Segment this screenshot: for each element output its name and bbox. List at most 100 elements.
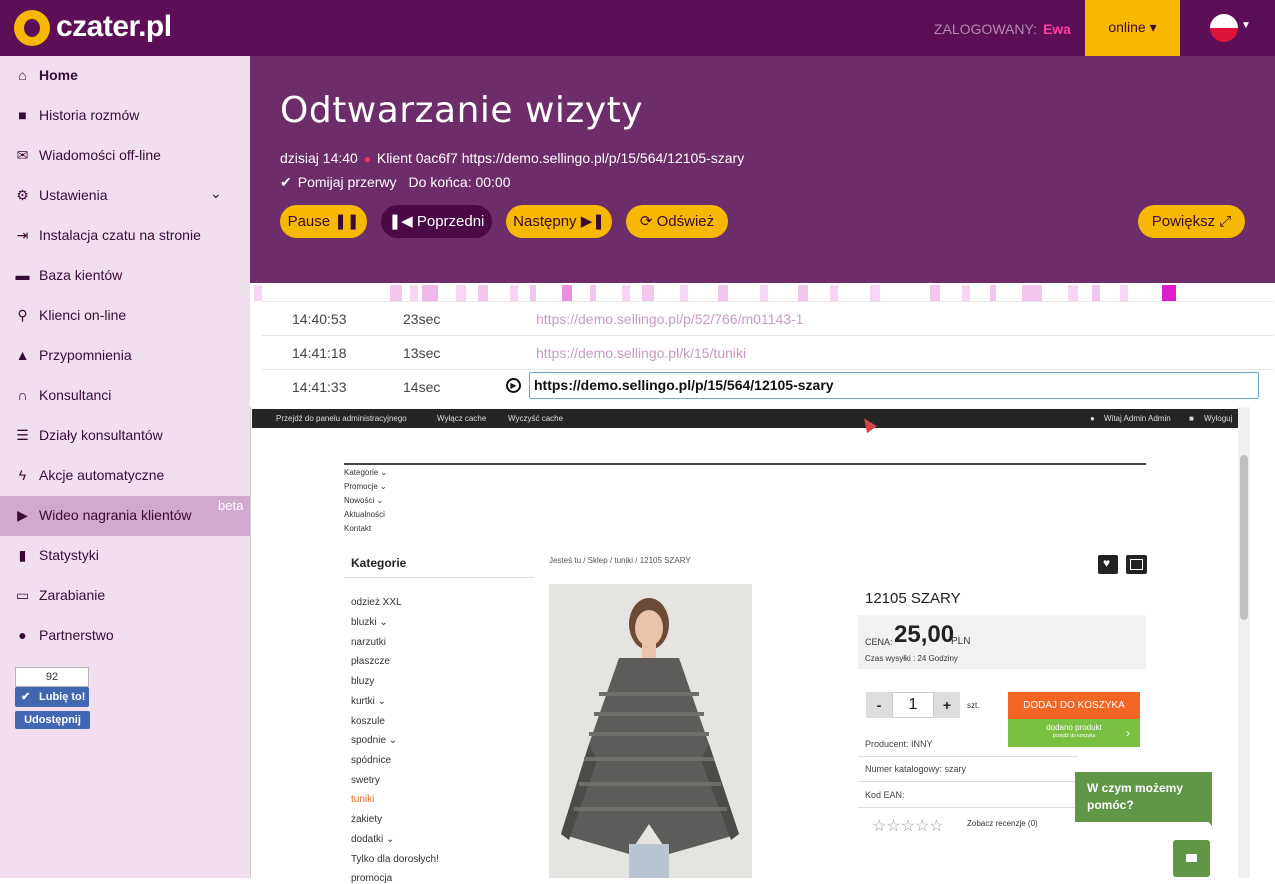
- heatmap-segment: [530, 285, 536, 301]
- shop-nav-item[interactable]: Promocje ⌄: [344, 482, 387, 491]
- sidebar-item-offline-messages[interactable]: ✉ Wiadomości off-line: [0, 136, 250, 176]
- category-item[interactable]: spódnice: [351, 755, 391, 766]
- user-icon: ●: [1090, 414, 1095, 423]
- qty-minus-button[interactable]: -: [866, 692, 892, 718]
- heatmap-segment: [562, 285, 572, 301]
- category-item[interactable]: płaszcze: [351, 656, 390, 667]
- envelope-icon: ✉: [16, 147, 29, 163]
- logo-text[interactable]: czater.pl: [56, 10, 172, 44]
- sidebar-item-history[interactable]: ■ Historia rozmów: [0, 96, 250, 136]
- ean-code: Kod EAN:: [865, 790, 905, 800]
- shop-nav-label: Promocje: [344, 482, 378, 491]
- zoom-button[interactable]: Powiększ ⤢: [1138, 205, 1245, 238]
- category-item[interactable]: narzutki: [351, 637, 386, 648]
- qty-plus-button[interactable]: +: [934, 692, 960, 718]
- share-button[interactable]: Udostępnij: [15, 711, 90, 729]
- shop-nav-item[interactable]: Aktualności: [344, 510, 385, 519]
- chat-open-icon[interactable]: [1173, 840, 1210, 877]
- breadcrumb[interactable]: Jesteś tu / Sklep / tuniki / 12105 SZARY: [549, 556, 691, 565]
- sidebar-item-video[interactable]: ▶ Wideo nagrania klientów beta: [0, 496, 250, 536]
- heatmap-segment: [642, 285, 654, 301]
- language-caret-icon[interactable]: ▼: [1241, 20, 1251, 31]
- email-envelope-icon[interactable]: [1126, 555, 1147, 574]
- row-duration: 23sec: [403, 311, 441, 327]
- play-circle-icon[interactable]: ▶: [506, 378, 521, 393]
- logged-user: Ewa: [1042, 21, 1071, 37]
- chevron-down-icon[interactable]: ⌄: [210, 185, 222, 202]
- timeline-row-current[interactable]: 14:41:33 14sec ▶ https://demo.sellingo.pl/p…: [262, 369, 1274, 403]
- category-item[interactable]: bluzy: [351, 676, 374, 687]
- frame-scrollbar[interactable]: [1238, 407, 1250, 878]
- added-to-cart-notice[interactable]: dodano produkt przejdź do koszyka ›: [1008, 719, 1140, 747]
- sidebar-item-reminders[interactable]: ▲ Przypomnienia: [0, 336, 250, 376]
- reviews-link[interactable]: Zobacz recenzje (0): [967, 819, 1038, 828]
- gear-icon: ⚙: [16, 187, 29, 203]
- row-url[interactable]: https://demo.sellingo.pl/p/52/766/m01143…: [536, 311, 803, 327]
- price-label: CENA:: [865, 637, 893, 647]
- sidebar-item-earnings[interactable]: ▭ Zarabianie: [0, 576, 250, 616]
- previous-button[interactable]: ❚◀ Poprzedni: [381, 205, 492, 238]
- disable-cache-link[interactable]: Wyłącz cache: [437, 414, 486, 423]
- category-item[interactable]: dodatki ⌄: [351, 834, 394, 845]
- sidebar-item-home[interactable]: ⌂ Home: [0, 56, 250, 96]
- category-item[interactable]: spodnie ⌄: [351, 735, 397, 746]
- chat-prompt-bubble[interactable]: W czym możemy pomóc?: [1075, 772, 1212, 826]
- attr-divider: [858, 781, 1078, 782]
- timeline-row[interactable]: 14:40:53 23sec https://demo.sellingo.pl/p/…: [262, 301, 1274, 335]
- shop-nav-item[interactable]: Kategorie ⌄: [344, 468, 387, 477]
- category-item[interactable]: swetry: [351, 775, 380, 786]
- wishlist-heart-icon[interactable]: [1098, 555, 1118, 574]
- refresh-button[interactable]: ⟳ Odśwież: [626, 205, 728, 238]
- add-to-cart-button[interactable]: DODAJ DO KOSZYKA: [1008, 692, 1140, 719]
- activity-heatmap[interactable]: [250, 283, 1275, 301]
- sidebar-item-clients-db[interactable]: ▬ Baza kientów: [0, 256, 250, 296]
- category-item[interactable]: koszule: [351, 716, 385, 727]
- product-photo[interactable]: [549, 584, 752, 878]
- poland-flag-icon[interactable]: [1210, 14, 1238, 42]
- sidebar-item-settings[interactable]: ⚙ Ustawienia ⌄: [0, 176, 250, 216]
- heatmap-segment: [478, 285, 488, 301]
- category-divider: [344, 577, 534, 578]
- rating-stars-icon[interactable]: ☆☆☆☆☆: [872, 816, 944, 836]
- check-icon[interactable]: ✔: [280, 174, 292, 190]
- row-url[interactable]: https://demo.sellingo.pl/k/15/tuniki: [536, 345, 746, 361]
- czater-logo-icon[interactable]: [14, 10, 50, 46]
- shop-nav-item[interactable]: Nowości ⌄: [344, 496, 383, 505]
- heatmap-segment: [830, 285, 838, 301]
- sidebar-item-consultants[interactable]: ∩ Konsultanci: [0, 376, 250, 416]
- status-dropdown[interactable]: online ▾: [1085, 0, 1180, 56]
- sidebar-item-install[interactable]: ⇥ Instalacja czatu na stronie: [0, 216, 250, 256]
- category-item[interactable]: żakiety: [351, 814, 382, 825]
- category-item[interactable]: odzież XXL: [351, 597, 402, 608]
- sidebar-item-automation[interactable]: ϟ Akcje automatyczne: [0, 456, 250, 496]
- sidebar-item-clients-online[interactable]: ⚲ Klienci on-line: [0, 296, 250, 336]
- row-duration: 14sec: [403, 379, 441, 395]
- admin-panel-link[interactable]: Przejdź do panelu administracyjnego: [276, 414, 407, 423]
- heatmap-segment: [680, 285, 688, 301]
- like-button[interactable]: ✔ Lubię to!: [15, 687, 89, 707]
- logout-link[interactable]: Wyloguj: [1204, 414, 1232, 423]
- category-item-active[interactable]: tuniki: [351, 794, 374, 805]
- sidebar-item-label: Wideo nagrania klientów: [39, 507, 192, 523]
- quantity-input[interactable]: 1: [892, 692, 934, 718]
- next-button[interactable]: Następny ▶❚: [506, 205, 612, 238]
- go-to-cart-link[interactable]: przejdź do koszyka: [1008, 733, 1140, 739]
- category-label: kurtki: [351, 696, 375, 707]
- visit-client: Klient 0ac6f7: [376, 150, 458, 166]
- category-item[interactable]: bluzki ⌄: [351, 617, 388, 628]
- timeline-row[interactable]: 14:41:18 13sec https://demo.sellingo.pl/k/…: [262, 335, 1274, 369]
- category-item[interactable]: kurtki ⌄: [351, 696, 386, 707]
- sidebar-item-statistics[interactable]: ▮ Statystyki: [0, 536, 250, 576]
- category-item[interactable]: promocja: [351, 873, 392, 884]
- shop-header-divider: [344, 463, 1146, 465]
- pause-button[interactable]: Pause ❚❚: [280, 205, 367, 238]
- clear-cache-link[interactable]: Wyczyść cache: [508, 414, 563, 423]
- sidebar-item-departments[interactable]: ☰ Działy konsultantów: [0, 416, 250, 456]
- shop-nav-item[interactable]: Kontakt: [344, 524, 371, 533]
- bolt-icon: ϟ: [18, 467, 27, 483]
- skip-breaks-toggle[interactable]: Pomijaj przerwy: [298, 174, 397, 190]
- category-item[interactable]: Tylko dla dorosłych!: [351, 854, 439, 865]
- sidebar-item-partnership[interactable]: ● Partnerstwo: [0, 616, 250, 656]
- current-url-field[interactable]: https://demo.sellingo.pl/p/15/564/12105-…: [529, 372, 1259, 399]
- sidebar-item-label: Konsultanci: [39, 387, 112, 403]
